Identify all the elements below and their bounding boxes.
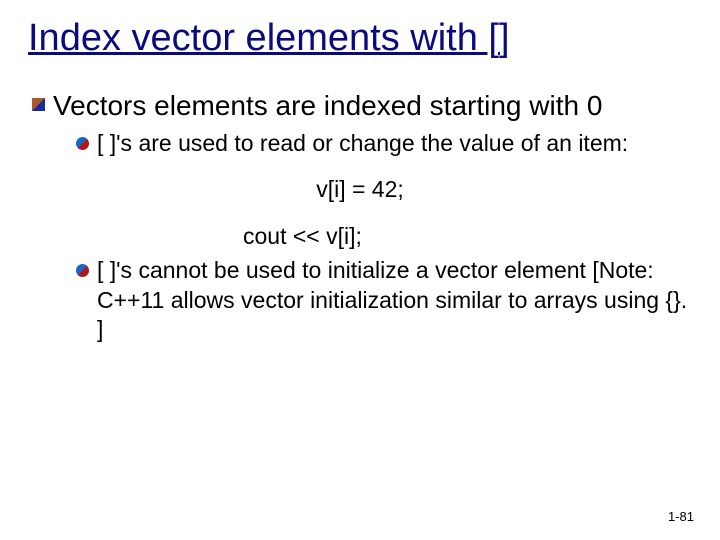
bullet-level2: [ ]'s are used to read or change the val… [76,129,692,158]
subbullet-text: [ ]'s cannot be used to initialize a vec… [97,256,692,344]
page-number: 1-81 [668,509,694,524]
circle-bullet-icon [76,264,89,277]
bullet-level1: Vectors elements are indexed starting wi… [32,88,692,123]
bullet-text: Vectors elements are indexed starting wi… [53,88,602,123]
slide-title: Index vector elements with [] [28,18,692,60]
circle-bullet-icon [76,137,89,150]
bullet-level2: [ ]'s cannot be used to initialize a vec… [76,256,692,344]
slide: Index vector elements with [] Vectors el… [0,0,720,540]
code-example-2: cout << v[i]; [243,223,692,250]
subbullet-text: [ ]'s are used to read or change the val… [97,129,628,158]
square-bullet-icon [32,98,45,111]
code-example-1: v[i] = 42; [28,176,692,203]
